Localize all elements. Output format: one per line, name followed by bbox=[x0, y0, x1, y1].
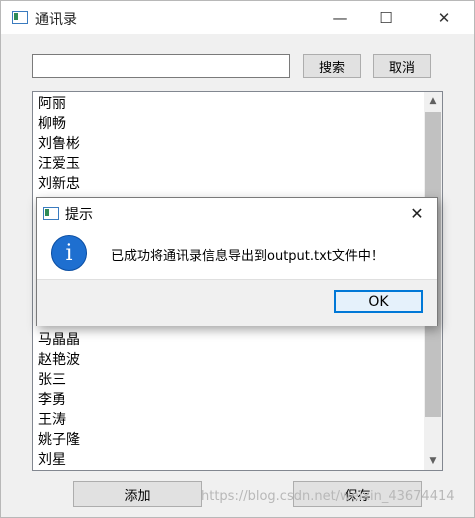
scroll-down-icon[interactable]: ▼ bbox=[424, 452, 442, 470]
add-button[interactable]: 添加 bbox=[73, 481, 202, 507]
list-item[interactable]: 王涛 bbox=[38, 410, 80, 430]
dialog-body: i 已成功将通讯录信息导出到output.txt文件中！ bbox=[37, 228, 437, 279]
list-item[interactable]: 马晶晶 bbox=[38, 330, 80, 350]
contact-list-top: 阿丽 柳畅 刘鲁彬 汪爱玉 刘新忠 bbox=[38, 94, 80, 194]
list-item[interactable]: 张三 bbox=[38, 370, 80, 390]
list-item[interactable]: 刘新忠 bbox=[38, 174, 80, 194]
watermark-text: https://blog.csdn.net/weixin_43674414 bbox=[201, 489, 455, 504]
window-title: 通讯录 bbox=[35, 12, 77, 28]
maximize-button[interactable]: ☐ bbox=[363, 1, 409, 34]
close-button[interactable]: ✕ bbox=[421, 1, 467, 34]
list-item[interactable]: 李勇 bbox=[38, 390, 80, 410]
list-item[interactable]: 汪爱玉 bbox=[38, 154, 80, 174]
app-icon bbox=[12, 11, 28, 24]
minimize-button[interactable]: — bbox=[317, 1, 363, 34]
contact-list-bottom: 马晶晶 赵艳波 张三 李勇 王涛 姚子隆 刘星 bbox=[38, 330, 80, 470]
dialog-title-bar[interactable]: 提示 ✕ bbox=[37, 198, 437, 228]
list-item[interactable]: 刘星 bbox=[38, 450, 80, 470]
information-icon: i bbox=[51, 235, 87, 271]
list-item[interactable]: 柳畅 bbox=[38, 114, 80, 134]
ok-button[interactable]: OK bbox=[334, 290, 423, 313]
list-item[interactable]: 阿丽 bbox=[38, 94, 80, 114]
dialog-app-icon bbox=[43, 207, 59, 220]
cancel-button[interactable]: 取消 bbox=[373, 54, 431, 78]
dialog-footer: OK bbox=[37, 279, 437, 326]
search-button[interactable]: 搜索 bbox=[303, 54, 361, 78]
list-item[interactable]: 赵艳波 bbox=[38, 350, 80, 370]
info-dialog: 提示 ✕ i 已成功将通讯录信息导出到output.txt文件中！ OK bbox=[36, 197, 438, 326]
scroll-up-icon[interactable]: ▲ bbox=[424, 92, 442, 110]
search-input[interactable] bbox=[32, 54, 290, 78]
dialog-title: 提示 bbox=[65, 207, 93, 223]
title-bar[interactable]: 通讯录 — ☐ ✕ bbox=[1, 1, 474, 34]
dialog-message: 已成功将通讯录信息导出到output.txt文件中！ bbox=[111, 249, 384, 264]
list-item[interactable]: 刘鲁彬 bbox=[38, 134, 80, 154]
dialog-close-button[interactable]: ✕ bbox=[397, 198, 437, 228]
list-item[interactable]: 姚子隆 bbox=[38, 430, 80, 450]
